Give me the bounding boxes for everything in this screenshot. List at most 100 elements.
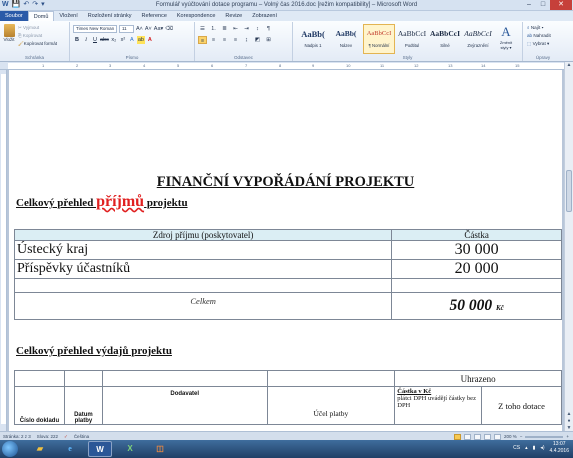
excel-taskbar-icon[interactable]: X (118, 441, 142, 457)
superscript-button[interactable]: x² (119, 36, 127, 44)
maximize-button[interactable]: □ (536, 0, 550, 10)
borders-icon[interactable]: ⊞ (264, 36, 273, 44)
tab-home[interactable]: Domů (27, 11, 55, 21)
tab-file[interactable]: Soubor (0, 11, 28, 21)
clock[interactable]: 13:07 4.4.2016 (550, 441, 569, 455)
replace-button[interactable]: ab Nahradit (527, 32, 551, 40)
line-spacing-icon[interactable]: ↨ (242, 36, 251, 44)
full-screen-view-button[interactable] (463, 433, 471, 440)
find-button[interactable]: ⌕ Najít ▾ (527, 24, 551, 32)
change-styles-button[interactable]: A Změnit styly ▾ (497, 24, 515, 54)
style-heading-1[interactable]: AaBb(Nadpis 1 (297, 24, 329, 54)
cut-label: Vyjmout (23, 25, 40, 30)
network-icon[interactable]: ▮ (533, 445, 536, 451)
style-subtitle[interactable]: AaBbCcI Podtitul (396, 24, 428, 54)
replace-label: Nahradit (533, 33, 551, 38)
empty-cell[interactable] (13, 278, 393, 293)
vertical-ruler[interactable] (0, 70, 7, 431)
align-center-icon[interactable]: ≡ (209, 36, 218, 44)
income-total-cell[interactable]: 50 000 Kč (391, 292, 562, 320)
style-normal[interactable]: AaBbCcI ¶ Normální (363, 24, 395, 54)
start-button[interactable] (2, 441, 18, 457)
empty-cell[interactable] (391, 278, 562, 293)
draft-view-button[interactable] (493, 433, 501, 440)
style-name: ¶ Normální (368, 43, 390, 48)
copy-button[interactable]: ⎘ Kopírovat (18, 32, 57, 40)
font-color-button[interactable]: A (146, 36, 154, 44)
increase-indent-icon[interactable]: ⇥ (242, 25, 251, 33)
income-amount-cell[interactable]: 20 000 (391, 259, 562, 279)
browse-object-icon[interactable]: ● (565, 418, 573, 424)
underline-button[interactable]: U (91, 36, 99, 44)
italic-button[interactable]: I (82, 36, 90, 44)
minimize-button[interactable]: – (522, 0, 536, 10)
table-row: Ústecký kraj 30 000 (13, 240, 562, 260)
change-case-icon[interactable]: Aa▾ (154, 25, 164, 33)
font-size-select[interactable]: 11 (119, 25, 134, 33)
volume-icon[interactable]: ◂) (540, 445, 544, 451)
paste-button[interactable]: Vložit (2, 24, 16, 50)
numbering-icon[interactable]: ⒈ (209, 25, 218, 33)
table-row: Příspěvky účastníků 20 000 (13, 259, 562, 279)
income-col-source: Zdroj příjmu (poskytovatel) (13, 229, 393, 241)
income-amount-cell[interactable]: 30 000 (391, 240, 562, 260)
other-app-taskbar-icon[interactable]: ◫ (148, 441, 172, 457)
scroll-thumb[interactable] (566, 170, 572, 212)
income-source-cell[interactable]: Ústecký kraj (13, 240, 393, 260)
zoom-in-icon[interactable]: + (566, 433, 569, 440)
style-emphasis[interactable]: AaBbCcI Zvýraznění (462, 24, 494, 54)
cut-button[interactable]: ✂ Vyjmout (18, 24, 57, 32)
shading-icon[interactable]: ◩ (253, 36, 262, 44)
shrink-font-icon[interactable]: A˅ (145, 25, 152, 33)
strikethrough-button[interactable]: abc (100, 36, 109, 44)
zoom-slider[interactable] (525, 435, 564, 438)
income-heading-pre: Celkový přehled (16, 197, 97, 209)
tab-page-layout[interactable]: Rozložení stránky (83, 11, 137, 21)
tab-review[interactable]: Revize (220, 11, 247, 21)
word-taskbar-icon[interactable]: W (88, 441, 112, 457)
editing-group-label: Úpravy (535, 55, 551, 60)
vertical-scrollbar[interactable]: ▲ ▲ ● ▼ (564, 62, 573, 431)
document-page[interactable]: FINANČNÍ VYPOŘÁDÁNÍ PROJEKTU Celkový pře… (9, 70, 562, 431)
tab-mailings[interactable]: Korespondence (172, 11, 221, 21)
clear-format-icon[interactable]: ⌫ (165, 25, 173, 33)
explorer-taskbar-icon[interactable]: ▰ (28, 441, 52, 457)
scroll-up-icon[interactable]: ▲ (565, 62, 573, 68)
justify-icon[interactable]: ≡ (231, 36, 240, 44)
multilevel-list-icon[interactable]: ≣ (220, 25, 229, 33)
show-marks-icon[interactable]: ¶ (264, 25, 273, 33)
close-button[interactable]: ✕ (550, 0, 572, 10)
bold-button[interactable]: B (73, 36, 81, 44)
tab-view[interactable]: Zobrazení (247, 11, 282, 21)
outline-view-button[interactable] (483, 433, 491, 440)
style-strong[interactable]: AaBbCcI Silné (429, 24, 461, 54)
horizontal-ruler[interactable]: 1 2 3 4 5 6 7 8 9 10 11 12 13 14 15 (0, 62, 573, 70)
prev-page-icon[interactable]: ▲ (565, 411, 573, 417)
income-heading: Celkový přehled příjmů projektu (16, 193, 188, 211)
bullets-icon[interactable]: ☰ (198, 25, 207, 33)
decrease-indent-icon[interactable]: ⇤ (231, 25, 240, 33)
zoom-level[interactable]: 200 % (504, 433, 517, 440)
format-painter-button[interactable]: 🖌Kopírovat formát (18, 40, 57, 48)
internet-explorer-taskbar-icon[interactable]: e (58, 441, 82, 457)
style-name: Nadpis 1 (304, 43, 322, 48)
align-right-icon[interactable]: ≡ (220, 36, 229, 44)
subscript-button[interactable]: x₂ (110, 36, 118, 44)
input-language[interactable]: CS (513, 445, 520, 451)
highlight-button[interactable]: ab (136, 36, 145, 44)
select-button[interactable]: ⬚ Vybrat ▾ (527, 40, 551, 48)
grow-font-icon[interactable]: A˄ (136, 25, 143, 33)
tab-insert[interactable]: Vložení (54, 11, 82, 21)
zoom-out-icon[interactable]: − (520, 433, 523, 440)
income-source-cell[interactable]: Příspěvky účastníků (13, 259, 393, 279)
print-layout-view-button[interactable] (453, 433, 461, 440)
clock-date: 4.4.2016 (549, 448, 569, 454)
align-left-icon[interactable]: ≡ (198, 36, 207, 44)
font-name-select[interactable]: Times New Roman (73, 25, 117, 33)
text-effects-button[interactable]: A (128, 36, 136, 44)
tab-references[interactable]: Reference (137, 11, 172, 21)
web-layout-view-button[interactable] (473, 433, 481, 440)
style-title[interactable]: AaBb(Název (330, 24, 362, 54)
show-hidden-icons-icon[interactable]: ▴ (525, 445, 528, 451)
sort-icon[interactable]: ↕ (253, 25, 262, 33)
